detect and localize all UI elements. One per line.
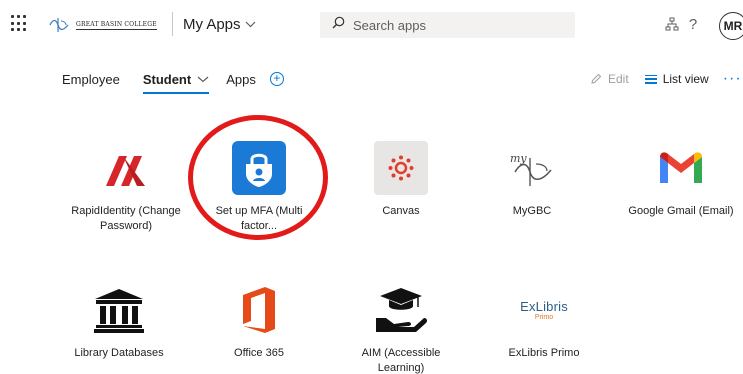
app-tile-library[interactable]: Library Databases <box>59 283 179 361</box>
gmail-logo-icon <box>654 141 708 195</box>
app-label: Canvas <box>382 205 420 217</box>
mfa-lock-icon <box>232 141 286 195</box>
mygbc-logo-icon: my <box>505 141 559 195</box>
pencil-icon <box>591 73 602 84</box>
avatar[interactable]: MR <box>719 12 743 40</box>
chevron-down-icon <box>245 20 256 31</box>
app-tile-gmail[interactable]: Google Gmail (Email) <box>621 141 741 219</box>
logo-text: GREAT BASIN COLLEGE <box>76 20 157 30</box>
gbc-mark-icon <box>49 18 69 32</box>
app-label: MyGBC <box>512 205 552 217</box>
rapididentity-logo-icon <box>99 141 153 195</box>
search-icon <box>332 16 345 34</box>
search-input[interactable] <box>353 17 553 33</box>
app-label: RapidIdentity (Change Password) <box>71 205 181 232</box>
college-logo: GREAT BASIN COLLEGE <box>48 14 164 36</box>
app-tile-exlibris[interactable]: ExLibris Primo ExLibris Primo <box>484 283 604 361</box>
office365-logo-icon <box>232 283 286 337</box>
app-label: Google Gmail (Email) <box>628 205 734 217</box>
help-icon[interactable]: ? <box>683 14 703 34</box>
app-label: Office 365 <box>234 347 284 359</box>
app-label: ExLibris Primo <box>508 347 580 359</box>
top-header: GREAT BASIN COLLEGE My Apps ? MR <box>0 0 743 50</box>
view-actions: Edit List view ··· <box>590 66 742 92</box>
app-label: AIM (Accessible Learning) <box>361 347 441 374</box>
app-tile-mygbc[interactable]: my MyGBC <box>472 141 592 219</box>
tab-student-label: Student <box>142 71 192 87</box>
list-view-label: List view <box>662 72 709 86</box>
avatar-initials: MR <box>723 19 743 33</box>
tab-apps-label: Apps <box>226 71 256 87</box>
chevron-down-icon[interactable] <box>197 72 209 86</box>
collection-tabs: Employee Student Apps + <box>62 66 284 94</box>
edit-button[interactable]: Edit <box>590 72 629 86</box>
app-tile-rapididentity[interactable]: RapidIdentity (Change Password) <box>66 141 186 234</box>
list-icon <box>644 74 657 84</box>
app-launcher-icon[interactable] <box>11 15 29 33</box>
canvas-logo-icon <box>374 141 428 195</box>
tab-apps[interactable]: Apps <box>226 66 256 92</box>
app-tile-canvas[interactable]: Canvas <box>341 141 461 219</box>
org-chart-icon[interactable] <box>662 14 682 34</box>
tab-employee[interactable]: Employee <box>62 66 120 92</box>
app-tile-office365[interactable]: Office 365 <box>199 283 319 361</box>
header-divider <box>172 12 173 36</box>
app-tile-mfa[interactable]: Set up MFA (Multi factor... <box>199 141 319 234</box>
app-label: Set up MFA (Multi factor... <box>215 205 303 232</box>
help-label: ? <box>688 15 698 33</box>
tab-student[interactable]: Student <box>142 66 210 94</box>
search-box[interactable] <box>320 12 575 38</box>
app-label: Library Databases <box>74 347 164 359</box>
library-icon <box>92 283 146 337</box>
list-view-button[interactable]: List view <box>644 72 709 86</box>
app-title: My Apps <box>183 16 241 33</box>
exlibris-sub: Primo <box>534 314 554 321</box>
exlibris-logo-icon: ExLibris Primo <box>517 283 571 337</box>
tab-employee-label: Employee <box>62 71 120 87</box>
exlibris-brand: ExLibris <box>520 299 568 314</box>
aim-icon <box>374 283 428 337</box>
edit-label: Edit <box>608 72 629 86</box>
app-tile-aim[interactable]: AIM (Accessible Learning) <box>341 283 461 374</box>
add-collection-icon[interactable]: + <box>269 72 284 86</box>
mygbc-text: my <box>510 152 527 165</box>
more-options-icon[interactable]: ··· <box>723 70 742 88</box>
app-title-dropdown[interactable]: My Apps <box>183 16 256 33</box>
